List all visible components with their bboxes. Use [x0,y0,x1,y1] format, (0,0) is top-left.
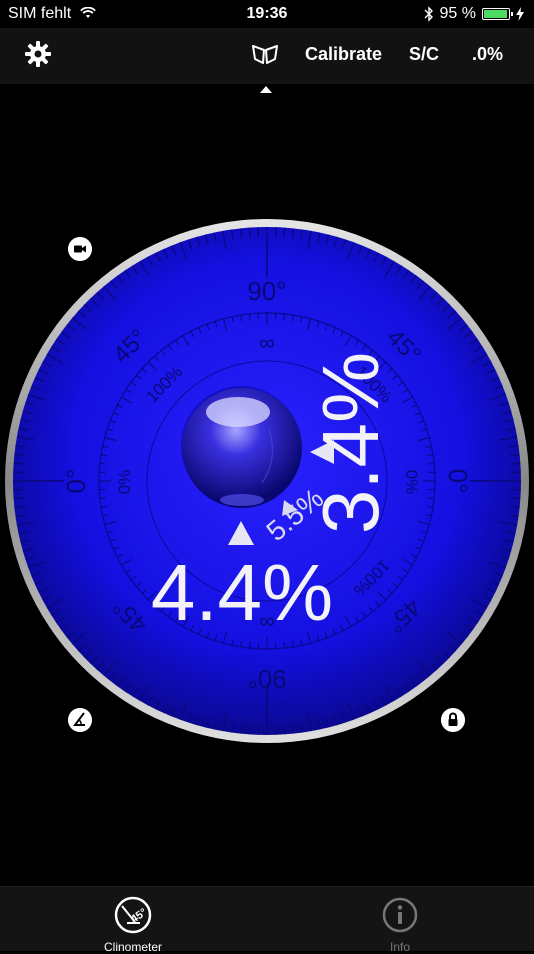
tab-info[interactable]: Info [340,895,460,954]
dial-graphic: 90° 90° 0° 0° 45° 45° 45° 45° ∞ ∞ 100% 1… [4,218,530,744]
bluetooth-icon [424,6,434,22]
tick-mark [284,724,285,734]
scale-label-0pct-right: 0% [402,470,421,495]
gear-icon[interactable] [24,40,52,68]
battery-icon [482,8,510,20]
status-right: 95 % [424,5,524,23]
scale-label-right: 0° [443,469,473,494]
scale-label-top: 90° [247,276,286,306]
inner-tick-mark [100,463,106,464]
scale-label-0pct-left: 0% [115,470,134,495]
mode-button[interactable]: S/C [409,44,439,65]
tick-mark [14,463,24,464]
inner-tick-mark [284,642,285,648]
book-mode-icon[interactable] [250,42,280,66]
status-bar: SIM fehlt 19:36 95 % [0,0,534,28]
precision-button[interactable]: .0% [472,44,503,65]
scale-label-bottom: 90° [247,664,286,694]
toolbar-indicator-caret [260,86,272,93]
reading-x: 4.4% [151,548,333,637]
clinometer-dial: 90° 90° 0° 0° 45° 45° 45° 45° ∞ ∞ 100% 1… [4,218,530,744]
info-icon [380,895,420,935]
tick-mark [14,498,24,499]
tick-mark [249,228,250,238]
tick-mark [510,463,520,464]
tab-label: Info [340,940,460,954]
charging-icon [516,7,524,21]
tick-mark [284,228,285,238]
battery-percent: 95 % [440,5,476,23]
clinometer-45-icon: 45° [113,895,153,935]
tick-mark [249,724,250,734]
scale-label-left: 0° [61,469,91,494]
inner-tick-mark [249,314,250,320]
tab-clinometer[interactable]: 45° Clinometer [73,895,193,954]
scale-label-inf-top: ∞ [259,330,275,355]
inner-tick-mark [428,463,434,464]
tab-bar: 45° Clinometer Info [0,886,534,951]
calibrate-button[interactable]: Calibrate [305,44,382,65]
inner-tick-mark [284,314,285,320]
inner-tick-mark [249,642,250,648]
inner-tick-mark [428,498,434,499]
toolbar: Calibrate S/C .0% [0,28,534,84]
tick-mark [510,498,520,499]
inner-tick-mark [100,498,106,499]
bubble [181,386,302,508]
tab-label: Clinometer [73,940,193,954]
